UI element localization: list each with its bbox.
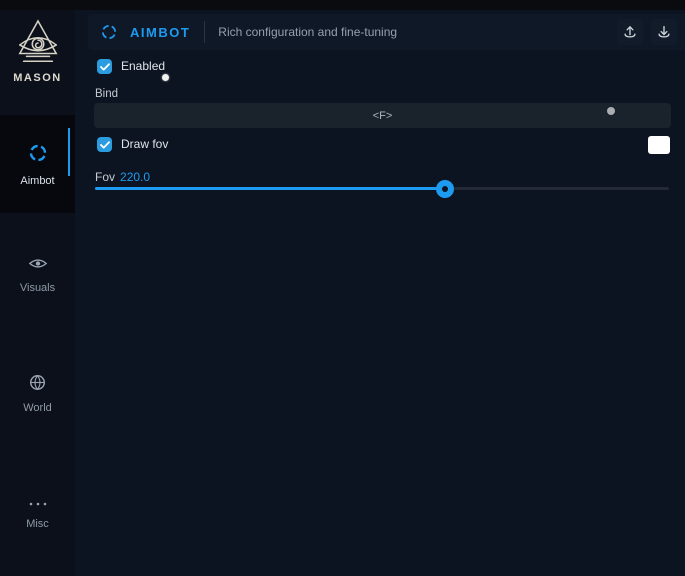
fov-slider[interactable] [95,187,669,190]
fov-slider-fill [95,187,445,190]
header-actions [617,19,677,45]
mason-window: MASON Aimbot Visuals [0,0,685,576]
download-config-button[interactable] [651,19,677,45]
sidebar-item-label: Misc [26,518,49,530]
header-divider [204,21,205,43]
page-title: AIMBOT [130,25,190,40]
app-logo: MASON [0,18,75,84]
bind-key-value: <F> [373,110,393,122]
window-top-strip [0,0,685,10]
sidebar-item-aimbot[interactable]: Aimbot [0,115,75,213]
cursor-dot-gray [607,107,615,115]
ellipsis-icon [28,494,48,512]
enabled-label: Enabled [121,59,165,74]
draw-fov-label: Draw fov [121,137,168,152]
page-header: AIMBOT Rich configuration and fine-tunin… [88,14,685,50]
upload-config-button[interactable] [617,19,643,45]
app-title: MASON [13,72,61,84]
active-tab-indicator [68,128,70,176]
enabled-checkbox[interactable] [97,59,112,74]
sidebar-item-world[interactable]: World [0,364,75,424]
page-subtitle: Rich configuration and fine-tuning [218,25,397,39]
crosshair-icon [100,23,118,41]
draw-fov-checkbox[interactable] [97,137,112,152]
masonic-eye-pyramid-icon [15,18,61,68]
eye-icon [28,256,48,276]
bind-label: Bind [95,88,118,100]
mouse-cursor-dot [162,74,169,81]
fov-label-row: Fov 220.0 [95,170,150,184]
sidebar-item-misc[interactable]: Misc [0,482,75,542]
sidebar-item-visuals[interactable]: Visuals [0,245,75,305]
checkmark-icon [100,58,110,76]
checkmark-icon [100,136,110,154]
sidebar-item-label: World [23,402,52,414]
bind-key-input[interactable]: <F> [94,103,671,128]
fov-color-swatch[interactable] [648,136,670,154]
crosshair-icon [27,142,49,169]
main-panel: AIMBOT Rich configuration and fine-tunin… [75,10,685,576]
fov-value: 220.0 [120,170,150,184]
fov-label: Fov [95,170,115,184]
globe-icon [29,374,46,396]
fov-slider-thumb[interactable] [436,180,454,198]
sidebar: MASON Aimbot Visuals [0,10,75,576]
sidebar-item-label: Aimbot [20,175,54,187]
sidebar-item-label: Visuals [20,282,55,294]
